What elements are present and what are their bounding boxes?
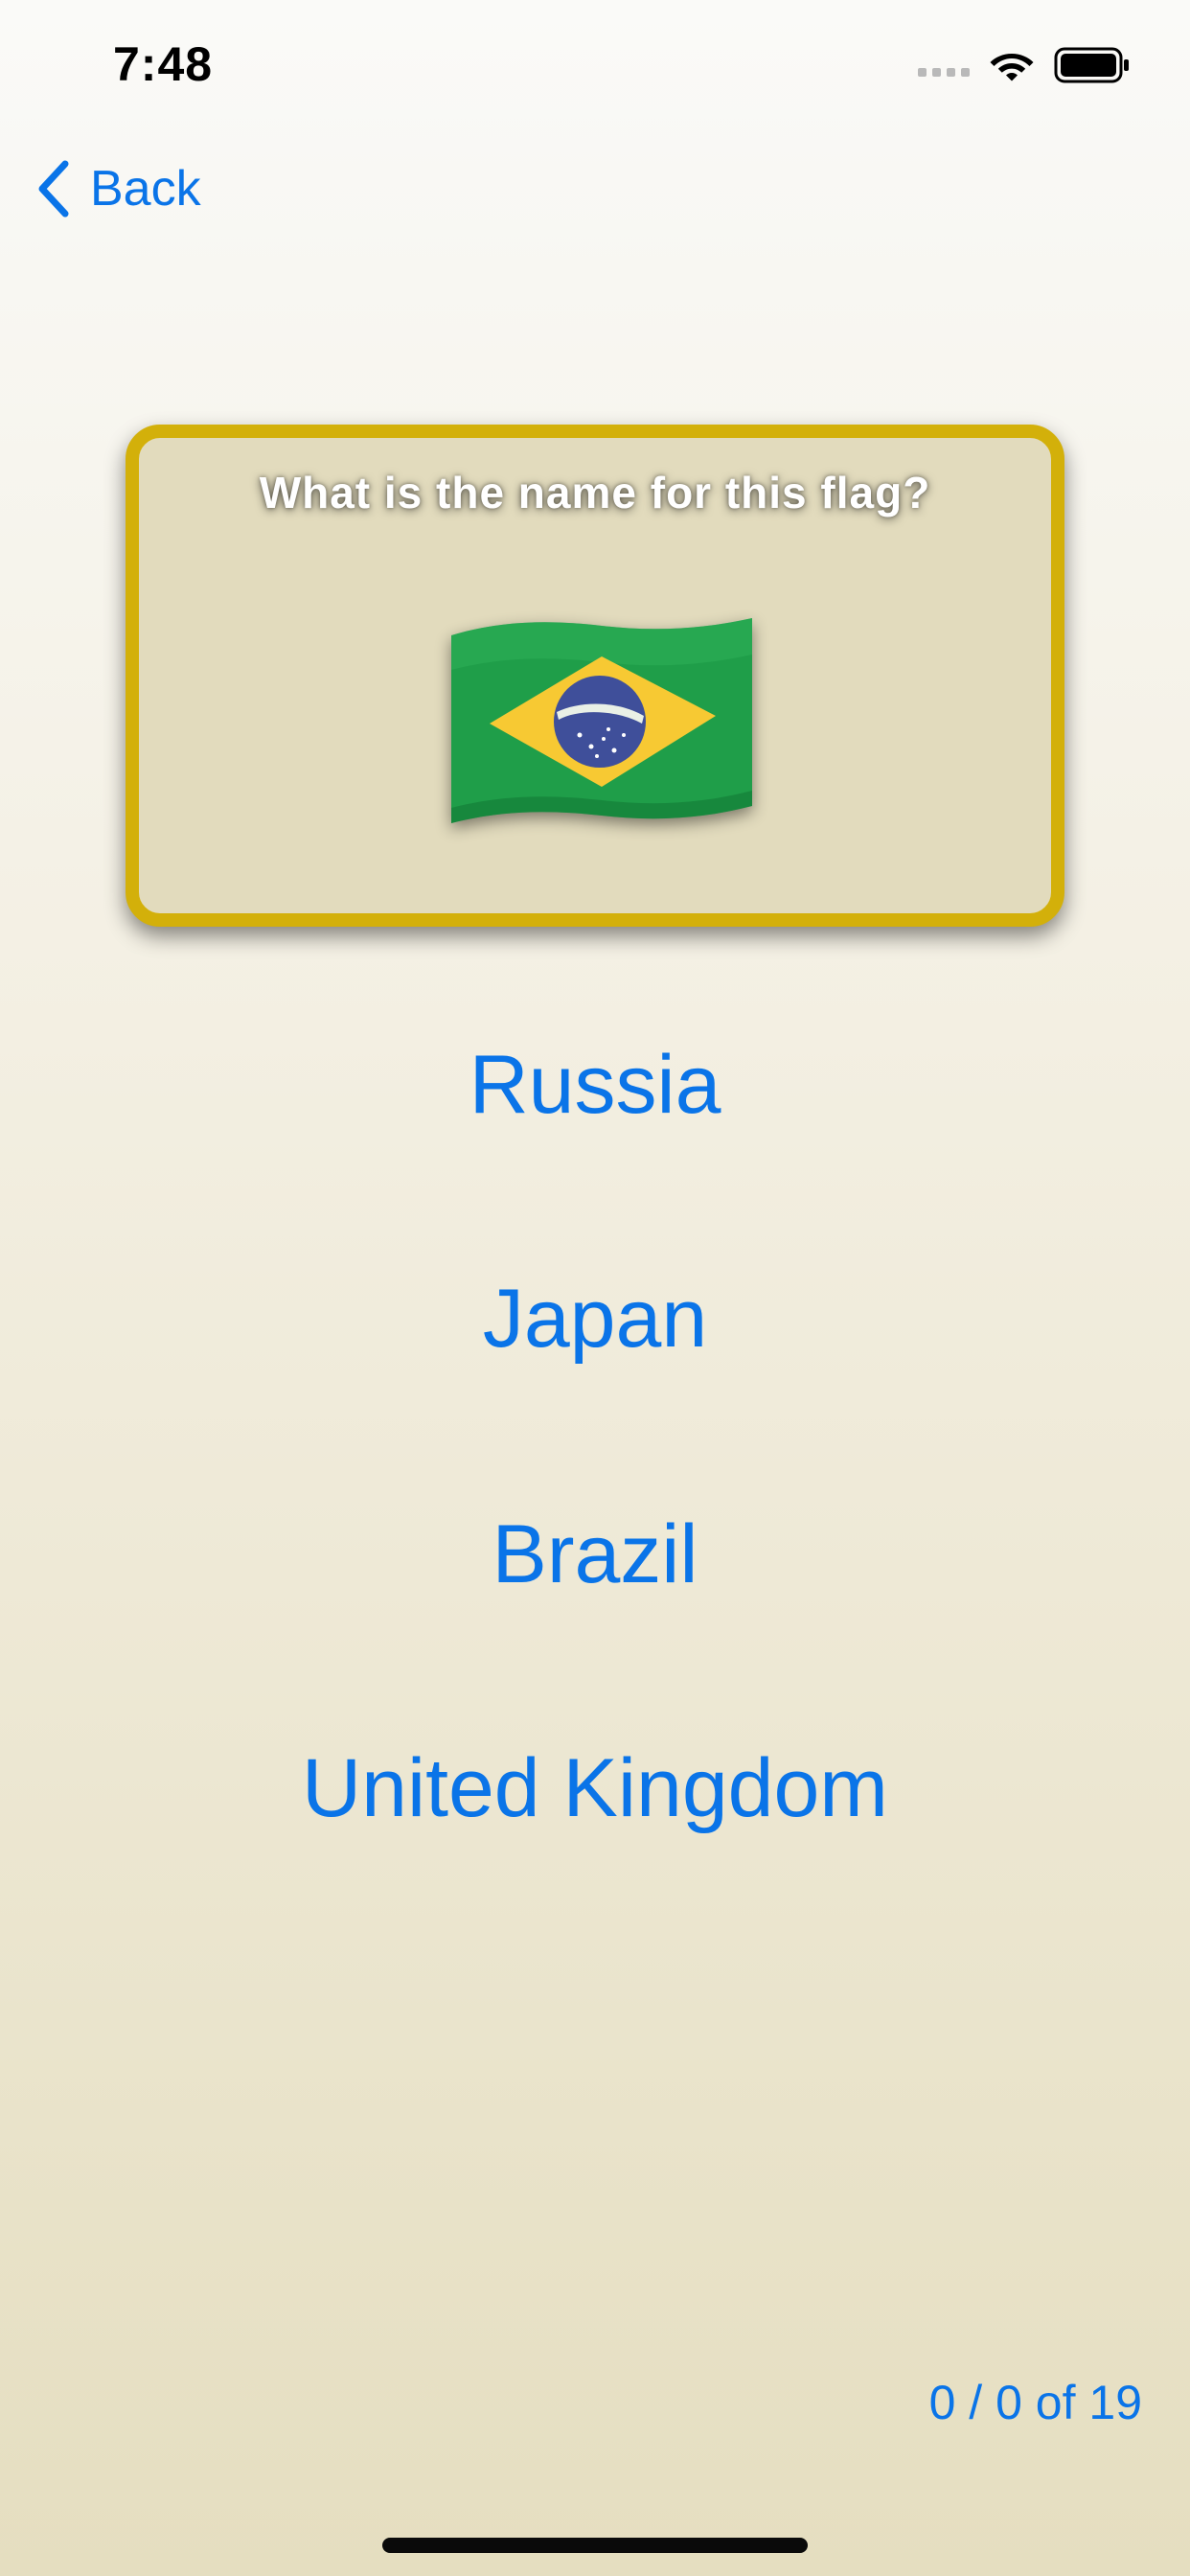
answer-option-united-kingdom[interactable]: United Kingdom <box>0 1740 1190 1836</box>
back-label: Back <box>90 161 201 217</box>
home-indicator[interactable] <box>382 2538 808 2553</box>
score-counter: 0 / 0 of 19 <box>928 2376 1142 2429</box>
brazil-flag-icon <box>451 618 752 823</box>
wifi-icon <box>990 54 1034 81</box>
back-button[interactable]: Back <box>34 153 201 224</box>
battery-icon <box>1054 47 1129 83</box>
answer-option-brazil[interactable]: Brazil <box>0 1506 1190 1602</box>
cellular-signal-icon <box>918 44 970 86</box>
answer-option-japan[interactable]: Japan <box>0 1271 1190 1367</box>
status-bar: 7:48 <box>0 0 1190 125</box>
status-time: 7:48 <box>113 37 214 91</box>
question-card: What is the name for this flag? <box>126 425 1064 927</box>
status-icons <box>918 44 1131 86</box>
answer-option-russia[interactable]: Russia <box>0 1037 1190 1133</box>
question-prompt: What is the name for this flag? <box>259 468 931 518</box>
chevron-left-icon <box>38 160 69 218</box>
